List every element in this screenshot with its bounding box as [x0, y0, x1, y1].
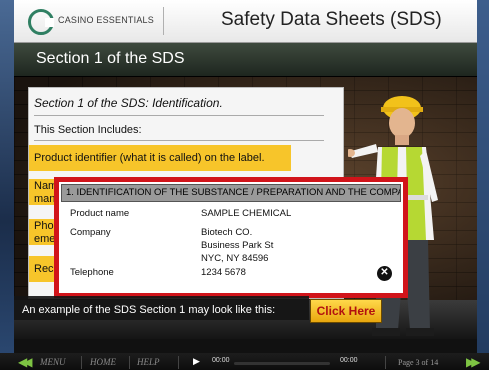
example-caption: An example of the SDS Section 1 may look… [22, 304, 276, 316]
section-title: Section 1 of the SDS [36, 50, 185, 67]
divider [81, 356, 82, 369]
back-arrow-icon[interactable]: ◀◀ [18, 355, 33, 369]
sds-example-popup: 1. IDENTIFICATION OF THE SUBSTANCE / PRE… [54, 177, 408, 298]
background-left [0, 0, 14, 370]
page-indicator: Page 3 of 14 [398, 358, 439, 367]
divider [178, 356, 179, 369]
help-button[interactable]: HELP [137, 357, 160, 367]
divider [129, 356, 130, 369]
casino-essentials-logo-icon [28, 9, 54, 35]
seek-bar[interactable] [234, 362, 330, 365]
company-line: Biotech CO. [201, 227, 253, 238]
product-name-label: Product name [70, 208, 130, 219]
click-here-button[interactable]: Click Here [310, 299, 382, 323]
play-icon[interactable]: ▶ [193, 356, 200, 367]
background-right [477, 0, 489, 370]
home-button[interactable]: HOME [90, 357, 116, 367]
divider [385, 356, 386, 369]
section-bar: Section 1 of the SDS [14, 43, 477, 77]
company-label: Company [70, 227, 111, 238]
header-divider [163, 7, 164, 35]
panel-heading: Section 1 of the SDS: Identification. [34, 96, 223, 110]
company-line: Business Park St [201, 240, 274, 251]
product-name-value: SAMPLE CHEMICAL [201, 208, 292, 219]
company-line: NYC, NY 84596 [201, 253, 269, 264]
panel-subheading: This Section Includes: [34, 124, 142, 136]
telephone-value: 1234 5678 [201, 267, 246, 278]
time-current: 00:00 [212, 357, 230, 364]
popup-header: 1. IDENTIFICATION OF THE SUBSTANCE / PRE… [61, 184, 401, 202]
close-icon[interactable]: ✕ [376, 265, 393, 282]
header-bar: CASINO ESSENTIALS Safety Data Sheets (SD… [14, 0, 477, 43]
divider [34, 140, 324, 141]
telephone-label: Telephone [70, 267, 114, 278]
list-item-product-identifier: Product identifier (what it is called) o… [29, 145, 291, 171]
menu-button[interactable]: MENU [40, 357, 66, 367]
course-frame: CASINO ESSENTIALS Safety Data Sheets (SD… [14, 0, 477, 353]
divider [34, 115, 324, 116]
next-arrow-icon[interactable]: ▶▶ [466, 355, 481, 369]
page-title: Safety Data Sheets (SDS) [221, 9, 442, 30]
logo-text: CASINO ESSENTIALS [58, 15, 154, 25]
time-total: 00:00 [340, 357, 358, 364]
